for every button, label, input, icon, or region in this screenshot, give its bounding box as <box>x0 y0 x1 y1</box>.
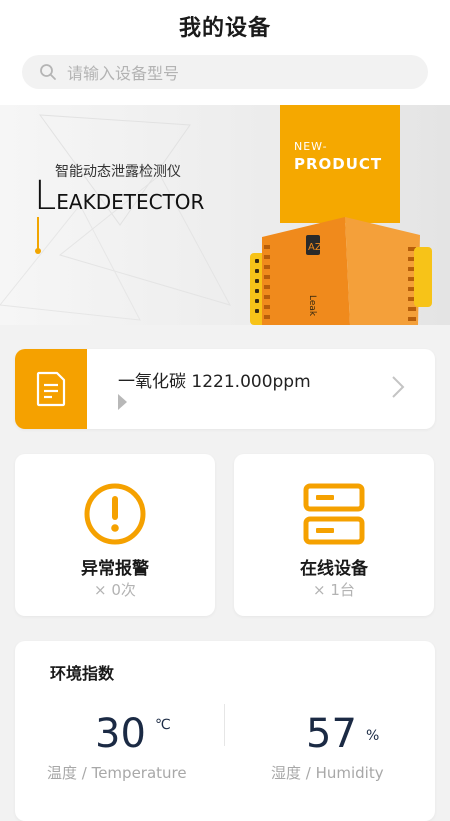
online-count: × 1台 <box>313 581 355 599</box>
alarm-label: 异常报警 <box>81 559 149 579</box>
device-brand-text: Leak <box>307 295 317 317</box>
environment-title: 环境指数 <box>50 664 115 683</box>
alarm-count: × 0次 <box>94 581 136 599</box>
banner-accent-dot <box>35 248 41 254</box>
exclamation-circle-icon <box>84 483 146 545</box>
online-label: 在线设备 <box>300 559 368 579</box>
gas-icon-box <box>15 349 87 429</box>
temperature-label: 温度 / Temperature <box>47 764 187 782</box>
search-bar[interactable]: 请输入设备型号 <box>22 55 428 89</box>
banner-en-first-letter: L <box>34 173 57 219</box>
document-icon <box>36 371 66 407</box>
tag-product: PRODUCT <box>294 155 383 173</box>
temperature-unit: ℃ <box>155 717 171 733</box>
banner-en-rest: EAKDETECTOR <box>56 190 205 214</box>
humidity-label: 湿度 / Humidity <box>271 764 384 782</box>
env-divider <box>224 704 225 746</box>
online-devices-stat-card[interactable]: 在线设备 × 1台 <box>234 454 434 616</box>
play-icon[interactable] <box>118 394 127 410</box>
search-icon <box>40 64 56 80</box>
chevron-right-icon[interactable] <box>391 375 405 399</box>
new-product-tag: NEW- PRODUCT <box>280 105 400 223</box>
banner-en-title: LEAKDETECTOR <box>34 173 204 219</box>
header: 我的设备 请输入设备型号 <box>0 0 450 105</box>
page-title: 我的设备 <box>178 16 271 41</box>
humidity-unit: % <box>366 728 380 744</box>
server-icon <box>303 483 365 545</box>
environment-card: 环境指数 30 ℃ 温度 / Temperature 57 % 湿度 / Hum… <box>15 641 435 821</box>
gas-reading-text: 一氧化碳 1221.000ppm <box>118 372 311 392</box>
temperature-value: 30 <box>95 711 146 757</box>
leak-detector-device-image: AZ Leak <box>250 217 432 325</box>
tag-new: NEW- <box>294 140 328 153</box>
humidity-value: 57 <box>306 711 357 757</box>
gas-reading-card[interactable]: 一氧化碳 1221.000ppm <box>15 349 435 429</box>
search-input[interactable]: 请输入设备型号 <box>67 60 179 84</box>
product-banner[interactable]: 智能动态泄露检测仪 LEAKDETECTOR NEW- PRODUCT AZ L… <box>0 105 450 325</box>
alarm-stat-card[interactable]: 异常报警 × 0次 <box>15 454 215 616</box>
device-logo-text: AZ <box>308 242 322 253</box>
banner-accent-line <box>37 217 39 251</box>
